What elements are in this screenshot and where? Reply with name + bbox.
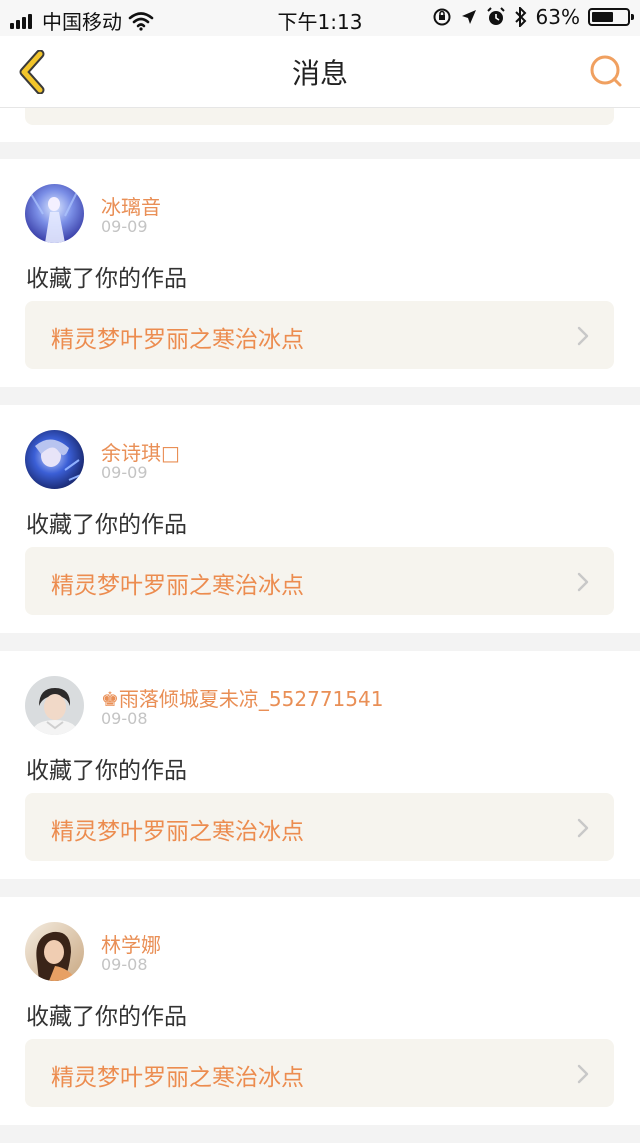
avatar[interactable] bbox=[25, 676, 84, 735]
username[interactable]: 余诗琪□ bbox=[101, 437, 180, 466]
action-text: 收藏了你的作品 bbox=[26, 512, 187, 538]
username[interactable]: ♚雨落倾城夏未凉_552771541 bbox=[101, 683, 383, 712]
work-title: 精灵梦叶罗丽之寒治冰点 bbox=[51, 1065, 304, 1091]
work-link[interactable]: 精灵梦叶罗丽之寒治冰点 bbox=[25, 547, 614, 615]
alarm-icon bbox=[486, 7, 505, 25]
work-link[interactable]: 精灵梦叶罗丽之寒治冰点 bbox=[25, 301, 614, 369]
battery-icon bbox=[588, 8, 634, 26]
previous-card-partial bbox=[0, 108, 640, 142]
page-title: 消息 bbox=[291, 57, 348, 90]
message-date: 09-08 bbox=[101, 955, 148, 974]
orientation-lock-icon bbox=[433, 8, 451, 26]
message-card: ♚雨落倾城夏未凉_552771541 09-08 收藏了你的作品 精灵梦叶罗丽之… bbox=[0, 651, 640, 879]
back-button[interactable] bbox=[14, 49, 54, 95]
message-date: 09-08 bbox=[101, 709, 148, 728]
message-card: 余诗琪□ 09-09 收藏了你的作品 精灵梦叶罗丽之寒治冰点 bbox=[0, 405, 640, 633]
message-card: 冰璃音 09-09 收藏了你的作品 精灵梦叶罗丽之寒治冰点 bbox=[0, 159, 640, 387]
avatar[interactable] bbox=[25, 184, 84, 243]
chevron-right-icon bbox=[577, 1064, 589, 1084]
bluetooth-icon bbox=[514, 7, 526, 27]
work-title: 精灵梦叶罗丽之寒治冰点 bbox=[51, 573, 304, 599]
work-title: 精灵梦叶罗丽之寒治冰点 bbox=[51, 327, 304, 353]
work-title: 精灵梦叶罗丽之寒治冰点 bbox=[51, 819, 304, 845]
message-date: 09-09 bbox=[101, 217, 148, 236]
message-date: 09-09 bbox=[101, 463, 148, 482]
previous-work-link-partial[interactable] bbox=[25, 108, 614, 125]
message-list: 冰璃音 09-09 收藏了你的作品 精灵梦叶罗丽之寒治冰点 余诗琪□ 09-09… bbox=[0, 159, 640, 1143]
status-right: 63% bbox=[432, 5, 634, 29]
username[interactable]: 冰璃音 bbox=[101, 191, 161, 220]
chevron-right-icon bbox=[577, 572, 589, 592]
status-bar: 中国移动 下午1:13 63% bbox=[0, 0, 640, 36]
chevron-right-icon bbox=[577, 818, 589, 838]
search-button[interactable] bbox=[586, 52, 626, 92]
action-text: 收藏了你的作品 bbox=[26, 266, 187, 292]
location-icon bbox=[461, 10, 476, 24]
action-text: 收藏了你的作品 bbox=[26, 1004, 187, 1030]
username[interactable]: 林学娜 bbox=[101, 929, 161, 958]
nav-bar: 消息 bbox=[0, 36, 640, 108]
search-icon bbox=[590, 55, 622, 87]
avatar[interactable] bbox=[25, 430, 84, 489]
work-link[interactable]: 精灵梦叶罗丽之寒治冰点 bbox=[25, 793, 614, 861]
work-link[interactable]: 精灵梦叶罗丽之寒治冰点 bbox=[25, 1039, 614, 1107]
action-text: 收藏了你的作品 bbox=[26, 758, 187, 784]
chevron-left-icon bbox=[19, 49, 45, 95]
avatar[interactable] bbox=[25, 922, 84, 981]
message-card: 林学娜 09-08 收藏了你的作品 精灵梦叶罗丽之寒治冰点 bbox=[0, 897, 640, 1125]
battery-percent: 63% bbox=[535, 5, 580, 29]
chevron-right-icon bbox=[577, 326, 589, 346]
